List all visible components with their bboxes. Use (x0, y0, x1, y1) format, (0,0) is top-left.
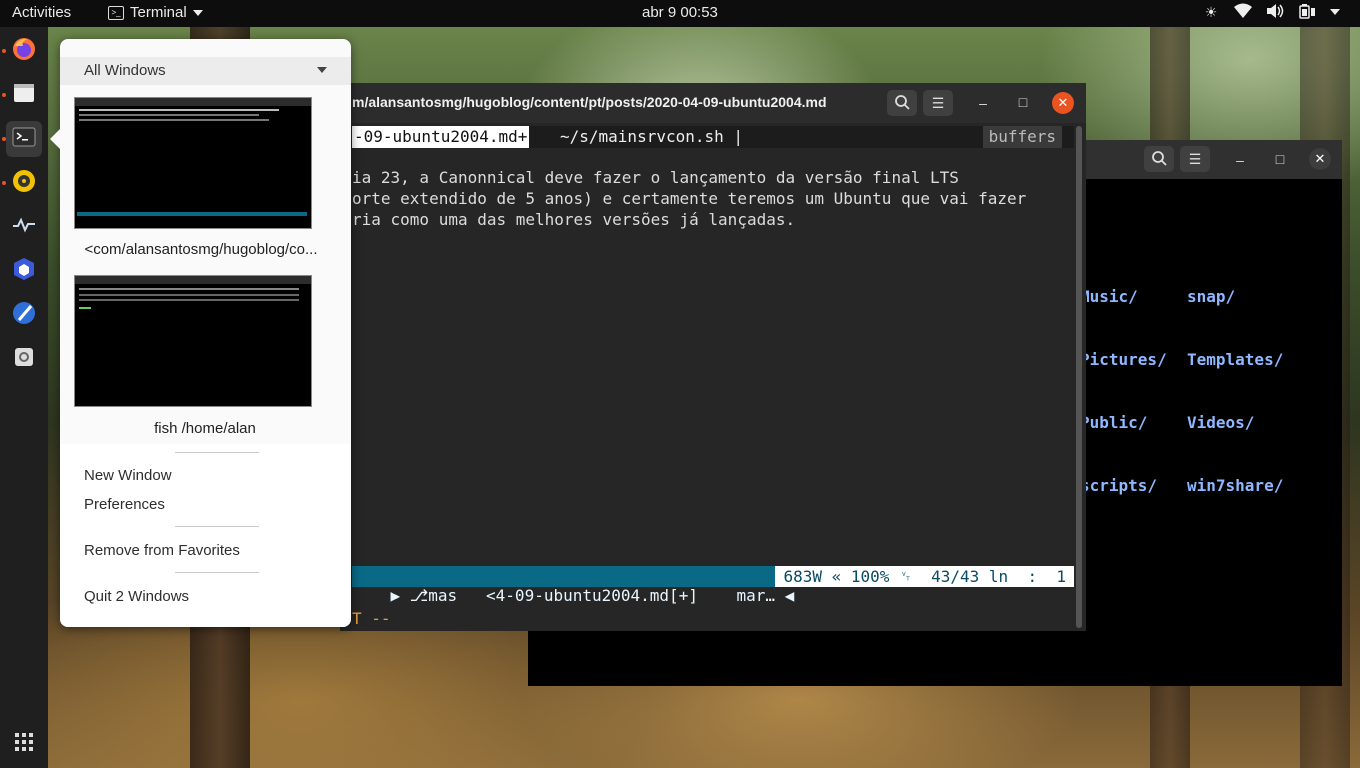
listing-row: scripts/win7share/ (1080, 476, 1284, 495)
chevron-down-icon (192, 9, 203, 16)
vim-statusline: ▶ ⎇mas <4-09-ubuntu2004.md[+] mar… ◀ 683… (352, 566, 1074, 605)
window-filter-label: All Windows (84, 62, 166, 79)
window-title: m/alansantosmg/hugoblog/content/pt/posts… (352, 94, 827, 110)
window-filter-dropdown[interactable]: All Windows (60, 57, 351, 85)
system-monitor-icon (11, 212, 37, 243)
dock-firefox[interactable] (6, 33, 42, 69)
listing-row: Public/Videos/ (1080, 413, 1255, 432)
status-left: ▶ ⎇mas <4-09-ubuntu2004.md[+] mar… ◀ (390, 586, 795, 605)
hamburger-icon: ☰ (1188, 150, 1202, 167)
top-bar: Activities >_ Terminal abr 9 00:53 ☀ (0, 0, 1360, 27)
minimize-button[interactable]: – (971, 91, 995, 115)
separator (175, 526, 259, 527)
tab-current-buffer[interactable]: -09-ubuntu2004.md+ (352, 126, 530, 148)
window-thumbnail-vim[interactable] (74, 97, 312, 229)
window-header[interactable]: m/alansantosmg/hugoblog/content/pt/posts… (340, 83, 1086, 123)
editor-line: ia 23, a Canonnical deve fazer o lançame… (352, 168, 959, 187)
wifi-icon (1234, 3, 1252, 21)
hamburger-icon: ☰ (931, 94, 945, 111)
maximize-button[interactable]: □ (1011, 90, 1035, 114)
chevron-down-icon (317, 67, 327, 73)
search-button[interactable] (887, 90, 917, 116)
menu-button[interactable]: ☰ (1180, 146, 1210, 172)
remove-from-favorites-item[interactable]: Remove from Favorites (84, 542, 240, 559)
dock-settings[interactable] (6, 341, 42, 377)
close-icon: ✕ (1314, 151, 1326, 166)
app-menu[interactable]: >_ Terminal (108, 4, 203, 21)
text-editor-icon (11, 300, 37, 331)
dock-files[interactable] (6, 77, 42, 113)
battery-icon (1298, 3, 1316, 21)
terminal-icon (11, 124, 37, 155)
new-window-item[interactable]: New Window (84, 467, 172, 484)
window-caption: <com/alansantosmg/hugoblog/co... (84, 241, 318, 258)
system-tray[interactable]: ☀ (1202, 3, 1340, 21)
app-grid-icon (14, 732, 34, 757)
terminal-icon: >_ (108, 5, 124, 20)
close-button[interactable]: ✕ (1309, 148, 1331, 170)
window-thumbnail-fish[interactable] (74, 275, 312, 407)
preferences-item[interactable]: Preferences (84, 496, 165, 513)
dock-app-popover: All Windows <com/alansantosmg/hugoblog/c… (50, 39, 351, 627)
buffers-label: buffers (982, 126, 1062, 148)
menu-button[interactable]: ☰ (923, 90, 953, 116)
search-icon (894, 94, 910, 113)
close-button[interactable]: ✕ (1052, 92, 1074, 114)
popover-arrow (50, 129, 60, 149)
volume-icon (1266, 3, 1284, 21)
clock[interactable]: abr 9 00:53 (642, 4, 718, 21)
window-caption: fish /home/alan (154, 420, 256, 437)
files-icon (11, 80, 37, 111)
show-applications-button[interactable] (6, 726, 42, 762)
maximize-button[interactable]: □ (1268, 147, 1292, 171)
scrollbar[interactable] (1076, 126, 1082, 628)
status-right: 683W « 100% ␋ 43/43 ln : 1 (775, 566, 1074, 587)
terminal-window-vim[interactable]: m/alansantosmg/hugoblog/content/pt/posts… (340, 83, 1086, 631)
rhythmbox-icon (11, 168, 37, 199)
cube-app-icon (11, 256, 37, 287)
search-icon (1151, 150, 1167, 169)
brightness-icon: ☀ (1204, 4, 1218, 20)
power-menu-chevron-icon (1330, 3, 1340, 21)
tab-other-buffer[interactable]: ~/s/mainsrvcon.sh | (560, 126, 743, 148)
minimize-button[interactable]: – (1228, 148, 1252, 172)
dock-text-editor[interactable] (6, 297, 42, 333)
editor-line: orte extendido de 5 anos) e certamente t… (352, 189, 1027, 208)
vim-mode-indicator: T -- (352, 609, 391, 628)
quit-windows-item[interactable]: Quit 2 Windows (84, 588, 189, 605)
firefox-icon (11, 36, 37, 67)
listing-row: Music/snap/ (1080, 287, 1236, 306)
activities-button[interactable]: Activities (12, 4, 71, 21)
app-menu-label: Terminal (130, 4, 187, 21)
vim-tabline: -09-ubuntu2004.md+ ~/s/mainsrvcon.sh | b… (352, 126, 1074, 148)
dock-vscode[interactable] (6, 253, 42, 289)
close-icon: ✕ (1057, 95, 1069, 110)
listing-row: Pictures/Templates/ (1080, 350, 1284, 369)
search-button[interactable] (1144, 146, 1174, 172)
dock-terminal[interactable] (6, 121, 42, 157)
popover-menu-list: New Window Preferences Remove from Favor… (60, 444, 351, 627)
editor-line: ria como uma das melhores versões já lan… (352, 210, 796, 229)
separator (175, 572, 259, 573)
separator (175, 452, 259, 453)
gear-icon (11, 344, 37, 375)
dock-rhythmbox[interactable] (6, 165, 42, 201)
dock (0, 27, 48, 768)
dock-system-monitor[interactable] (6, 209, 42, 245)
